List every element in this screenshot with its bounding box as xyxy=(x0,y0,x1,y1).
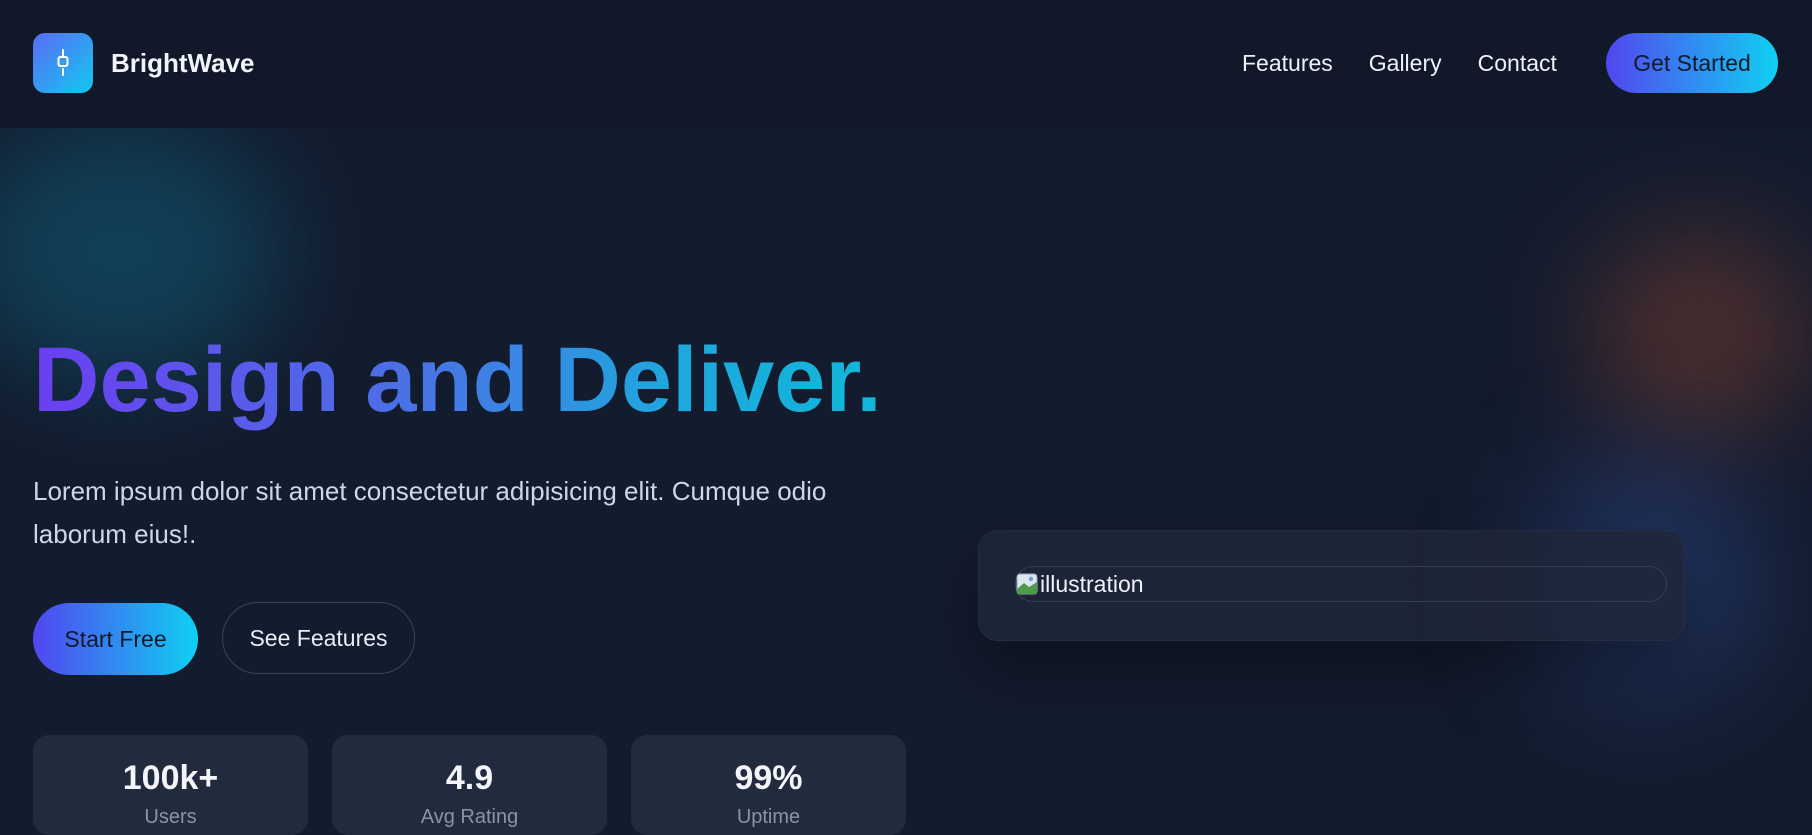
illustration-panel: illustration xyxy=(978,530,1685,641)
nav-link-contact[interactable]: Contact xyxy=(1478,50,1557,77)
hero-description: Lorem ipsum dolor sit amet consectetur a… xyxy=(33,476,827,549)
site-header: BrightWave Features Gallery Contact Get … xyxy=(0,0,1812,128)
stat-label: Users xyxy=(144,806,197,828)
stat-label: Uptime xyxy=(736,806,801,828)
see-features-button[interactable]: See Features xyxy=(222,602,415,674)
nav-link-features[interactable]: Features xyxy=(1242,50,1333,77)
main-nav: Features Gallery Contact xyxy=(1242,50,1557,77)
stat-value: 100k+ xyxy=(122,759,219,797)
broken-image-icon xyxy=(1016,573,1038,595)
brand-name: BrightWave xyxy=(111,47,255,78)
background-glow-warm xyxy=(1590,230,1810,440)
stat-card-rating: 4.9 Avg Rating xyxy=(332,735,607,835)
stat-label: Avg Rating xyxy=(420,806,519,828)
get-started-button[interactable]: Get Started xyxy=(1606,33,1778,93)
stat-card-users: 100k+ Users xyxy=(33,735,308,835)
illustration-image: illustration xyxy=(1015,566,1667,602)
brand[interactable]: BrightWave xyxy=(33,33,255,93)
hero-title: Design and Deliver. xyxy=(33,329,882,431)
plug-icon xyxy=(33,33,93,93)
illustration-alt-text: illustration xyxy=(1040,570,1144,597)
stat-card-uptime: 99% Uptime xyxy=(631,735,906,835)
start-free-button[interactable]: Start Free xyxy=(33,603,198,675)
stat-value: 99% xyxy=(734,759,803,797)
nav-link-gallery[interactable]: Gallery xyxy=(1369,50,1442,77)
stat-value: 4.9 xyxy=(445,759,494,797)
